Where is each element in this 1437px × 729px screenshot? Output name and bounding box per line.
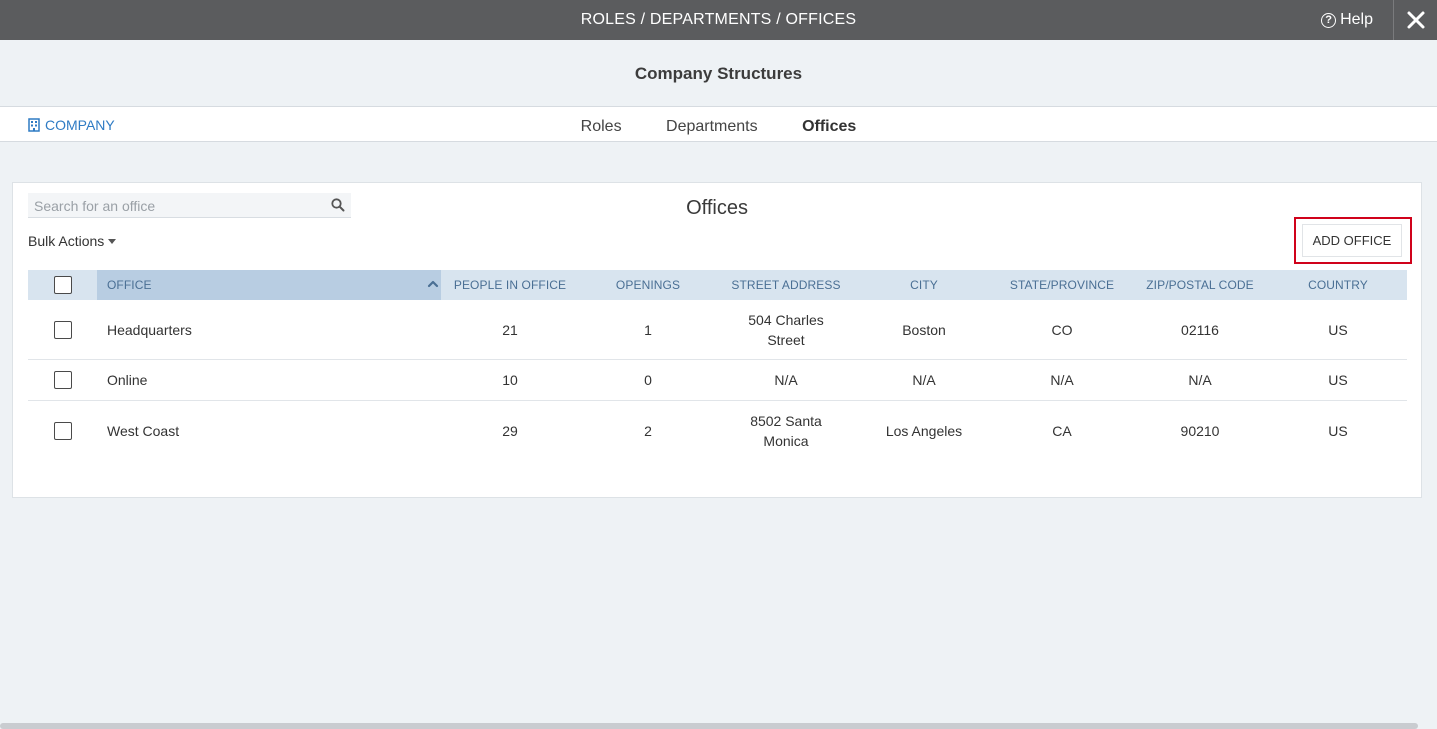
help-label: Help: [1340, 11, 1373, 28]
column-header-street[interactable]: STREET ADDRESS: [717, 278, 855, 292]
column-header-office[interactable]: OFFICE: [97, 270, 441, 300]
bulk-actions-dropdown[interactable]: Bulk Actions: [28, 233, 117, 249]
city: Los Angeles: [885, 423, 963, 439]
row-checkbox[interactable]: [53, 422, 72, 440]
header-band: Company Structures: [0, 40, 1437, 107]
breadcrumb-title: ROLES / DEPARTMENTS / OFFICES: [580, 11, 857, 28]
tab-offices[interactable]: Offices: [802, 107, 856, 147]
state: CA: [1052, 423, 1072, 439]
help-link[interactable]: ? Help: [1321, 0, 1373, 40]
panel-title: Offices: [686, 197, 748, 219]
city: N/A: [912, 372, 936, 388]
city: Boston: [902, 321, 946, 338]
horizontal-scrollbar[interactable]: [0, 723, 1418, 729]
column-header-city[interactable]: CITY: [855, 278, 993, 292]
add-office-button[interactable]: ADD OFFICE: [1302, 224, 1402, 257]
row-select-cell: [28, 422, 97, 440]
table-row[interactable]: Online 10 0 N/A N/A N/A N/A US: [28, 360, 1407, 401]
close-button[interactable]: [1393, 0, 1437, 40]
table-row[interactable]: Headquarters 21 1 504 Charles Street Bos…: [28, 300, 1407, 360]
country: US: [1328, 372, 1348, 388]
country: US: [1328, 423, 1348, 439]
column-header-state[interactable]: STATE/PROVINCE: [993, 278, 1131, 292]
select-all-checkbox[interactable]: [53, 276, 72, 294]
row-select-cell: [28, 320, 97, 339]
sort-ascending-icon: [427, 280, 439, 288]
zip-code: 90210: [1180, 423, 1220, 439]
openings-count: 2: [644, 423, 652, 439]
select-all-cell: [28, 276, 97, 294]
column-header-people[interactable]: PEOPLE IN OFFICE: [441, 278, 579, 292]
help-icon: ?: [1321, 12, 1337, 28]
state: N/A: [1050, 372, 1074, 388]
state: CO: [1051, 321, 1073, 338]
offices-table: OFFICE PEOPLE IN OFFICE OPENINGS STREET …: [28, 270, 1407, 461]
close-icon: [1407, 11, 1424, 29]
people-count: 21: [502, 321, 518, 338]
bulk-actions-label: Bulk Actions: [28, 233, 105, 249]
office-name[interactable]: West Coast: [97, 421, 441, 441]
row-checkbox[interactable]: [53, 320, 72, 339]
people-count: 10: [502, 372, 518, 388]
tab-roles[interactable]: Roles: [581, 107, 622, 147]
zip-code: 02116: [1181, 321, 1219, 338]
offices-panel: Offices Bulk Actions ADD OFFICE OFFICE P…: [12, 182, 1422, 498]
column-header-country[interactable]: COUNTRY: [1269, 278, 1407, 292]
row-checkbox[interactable]: [53, 371, 72, 389]
zip-code: N/A: [1188, 372, 1212, 388]
top-bar: ROLES / DEPARTMENTS / OFFICES ? Help: [0, 0, 1437, 40]
nav-bar: COMPANY Roles Departments Offices: [0, 107, 1437, 142]
openings-count: 0: [644, 372, 652, 388]
table-header: OFFICE PEOPLE IN OFFICE OPENINGS STREET …: [28, 270, 1407, 300]
table-row[interactable]: West Coast 29 2 8502 Santa Monica Los An…: [28, 401, 1407, 461]
page-title: Company Structures: [634, 64, 803, 83]
street-address-cell: 8502 Santa Monica: [717, 411, 855, 451]
street-address-cell: 504 Charles Street: [717, 310, 855, 350]
column-header-openings[interactable]: OPENINGS: [579, 278, 717, 292]
tab-departments[interactable]: Departments: [666, 107, 758, 147]
column-header-office-label: OFFICE: [107, 278, 152, 292]
street-address: 504 Charles Street: [748, 311, 824, 348]
people-count: 29: [502, 423, 518, 439]
street-address: 8502 Santa Monica: [750, 413, 822, 449]
openings-count: 1: [644, 321, 652, 338]
office-name[interactable]: Headquarters: [97, 320, 441, 340]
country: US: [1328, 321, 1348, 338]
column-header-zip[interactable]: ZIP/POSTAL CODE: [1131, 278, 1269, 292]
row-select-cell: [28, 371, 97, 389]
caret-down-icon: [108, 238, 117, 244]
street-address: N/A: [774, 372, 798, 388]
office-name[interactable]: Online: [97, 370, 441, 390]
street-address-cell: N/A: [717, 370, 855, 390]
structure-tabs: Roles Departments Offices: [0, 107, 1437, 142]
